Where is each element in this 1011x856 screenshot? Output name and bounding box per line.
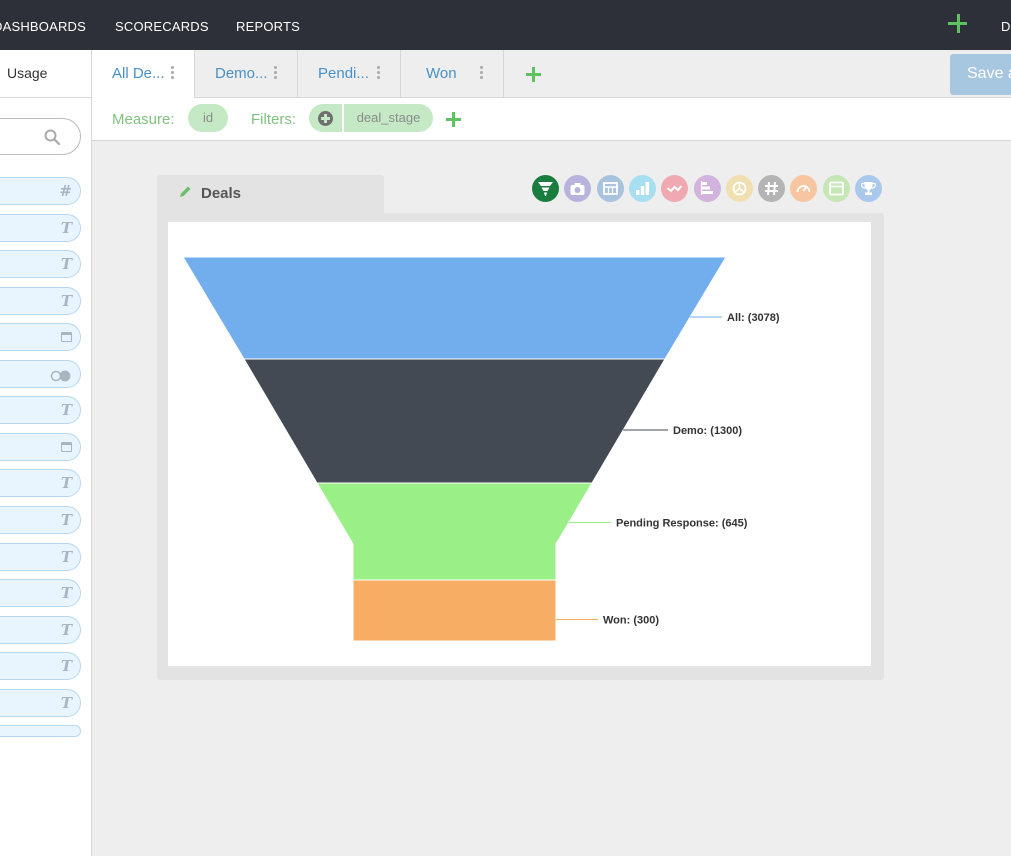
funnel-segment-all[interactable] bbox=[182, 256, 727, 360]
list-icon bbox=[828, 181, 844, 196]
field-item[interactable]: T bbox=[0, 287, 81, 315]
funnel-segment-pending[interactable] bbox=[316, 482, 593, 581]
top-navigation-bar: DASHBOARDS SCORECARDS REPORTS D bbox=[0, 0, 1011, 50]
filter-pill[interactable]: deal_stage bbox=[343, 104, 433, 132]
text-type-icon: T bbox=[60, 255, 72, 273]
user-menu[interactable]: D bbox=[1001, 19, 1010, 34]
funnel-label-all: All: (3078) bbox=[727, 312, 780, 324]
calendar-type-icon bbox=[61, 442, 72, 452]
divider bbox=[0, 97, 91, 98]
table-chart-button[interactable] bbox=[596, 175, 624, 202]
bar-chart-button[interactable] bbox=[628, 175, 656, 202]
camera-chart-button[interactable] bbox=[564, 175, 592, 202]
number-chart-button[interactable] bbox=[758, 175, 786, 202]
funnel-label-won: Won: (300) bbox=[603, 615, 659, 627]
table-icon bbox=[602, 182, 618, 195]
trophy-chart-button[interactable] bbox=[855, 175, 882, 202]
number-type-icon: # bbox=[59, 182, 72, 200]
calendar-type-icon bbox=[61, 332, 72, 342]
tab-label: Won bbox=[426, 65, 457, 82]
field-item[interactable]: T bbox=[0, 214, 81, 242]
tab-menu-icon[interactable] bbox=[171, 66, 174, 81]
plus-circle-icon bbox=[318, 111, 333, 126]
field-item[interactable]: T bbox=[0, 689, 81, 717]
horizontal-bar-chart-button[interactable] bbox=[693, 175, 721, 202]
pie-chart-button[interactable] bbox=[725, 175, 753, 202]
text-type-icon: T bbox=[60, 621, 72, 639]
tab-demo[interactable]: Demo... bbox=[195, 50, 298, 98]
text-type-icon: T bbox=[60, 292, 72, 310]
funnel-label-pending: Pending Response: (645) bbox=[616, 518, 748, 530]
field-item[interactable]: T bbox=[0, 250, 81, 278]
widget-header: Deals bbox=[157, 175, 384, 215]
text-type-icon: T bbox=[60, 657, 72, 675]
field-item[interactable]: # bbox=[0, 177, 81, 205]
tab-menu-icon[interactable] bbox=[274, 66, 277, 81]
nav-reports[interactable]: REPORTS bbox=[236, 19, 300, 34]
tab-won[interactable]: Won bbox=[401, 50, 504, 98]
nav-scorecards[interactable]: SCORECARDS bbox=[115, 19, 209, 34]
tab-label: Pendi... bbox=[318, 65, 369, 82]
tab-pending[interactable]: Pendi... bbox=[298, 50, 401, 98]
funnel-segment-demo[interactable] bbox=[243, 358, 666, 484]
funnel-label-demo: Demo: (1300) bbox=[673, 425, 742, 437]
tab-menu-icon[interactable] bbox=[377, 66, 380, 81]
line-chart-button[interactable] bbox=[661, 175, 689, 202]
widget-title[interactable]: Deals bbox=[201, 185, 241, 202]
trophy-icon bbox=[860, 182, 877, 195]
gauge-chart-button[interactable] bbox=[790, 175, 818, 202]
tab-label: All De... bbox=[112, 65, 165, 82]
field-sidebar: Usage # T T T T T T T T T T T bbox=[0, 50, 92, 856]
line-icon bbox=[667, 185, 683, 193]
tab-label: Demo... bbox=[215, 65, 268, 82]
number-icon bbox=[765, 181, 779, 196]
camera-icon bbox=[570, 183, 585, 195]
measure-filter-bar: Measure: id Filters: deal_stage bbox=[92, 98, 1011, 141]
tab-menu-icon[interactable] bbox=[480, 66, 483, 81]
tab-all-deals[interactable]: All De... bbox=[92, 50, 195, 99]
text-type-icon: T bbox=[60, 401, 72, 419]
text-type-icon: T bbox=[60, 474, 72, 492]
list-chart-button[interactable] bbox=[822, 175, 850, 202]
field-search-input[interactable] bbox=[0, 118, 81, 155]
horizontal-bar-icon bbox=[700, 181, 713, 195]
funnel-segment-won[interactable] bbox=[352, 579, 557, 642]
measure-label: Measure: bbox=[112, 111, 175, 128]
save-button[interactable]: Save a bbox=[950, 54, 1011, 95]
search-icon bbox=[44, 129, 60, 145]
field-item[interactable]: T bbox=[0, 616, 81, 644]
field-item[interactable]: T bbox=[0, 543, 81, 571]
field-item[interactable] bbox=[0, 323, 81, 351]
add-icon[interactable] bbox=[947, 12, 969, 34]
report-tabs: All De... Demo... Pendi... Won Save a bbox=[92, 50, 1011, 99]
field-item[interactable] bbox=[0, 725, 81, 737]
pie-icon bbox=[732, 181, 747, 196]
add-tab-icon[interactable] bbox=[526, 67, 541, 82]
funnel-chart-button[interactable] bbox=[532, 175, 559, 202]
funnel-icon bbox=[538, 182, 553, 196]
gauge-icon bbox=[796, 185, 811, 193]
field-item[interactable]: T bbox=[0, 396, 81, 424]
field-item[interactable] bbox=[0, 360, 81, 388]
filter-expand-button[interactable] bbox=[309, 104, 342, 132]
add-filter-icon[interactable] bbox=[446, 112, 461, 127]
pencil-icon[interactable] bbox=[178, 185, 192, 199]
funnel-chart: All: (3078) Demo: (1300) Pending Response:… bbox=[182, 256, 780, 642]
text-type-icon: T bbox=[60, 219, 72, 237]
text-type-icon: T bbox=[60, 511, 72, 529]
nav-dashboards[interactable]: DASHBOARDS bbox=[0, 19, 86, 34]
field-item[interactable]: T bbox=[0, 579, 81, 607]
field-item[interactable] bbox=[0, 433, 81, 461]
field-item[interactable]: T bbox=[0, 506, 81, 534]
text-type-icon: T bbox=[60, 548, 72, 566]
usage-tab[interactable]: Usage bbox=[7, 65, 47, 81]
text-type-icon: T bbox=[60, 694, 72, 712]
boolean-type-icon bbox=[50, 368, 72, 382]
text-type-icon: T bbox=[60, 584, 72, 602]
field-item[interactable]: T bbox=[0, 469, 81, 497]
filters-label: Filters: bbox=[251, 111, 296, 128]
measure-pill[interactable]: id bbox=[188, 104, 228, 132]
field-item[interactable]: T bbox=[0, 652, 81, 680]
bar-icon bbox=[635, 182, 649, 195]
